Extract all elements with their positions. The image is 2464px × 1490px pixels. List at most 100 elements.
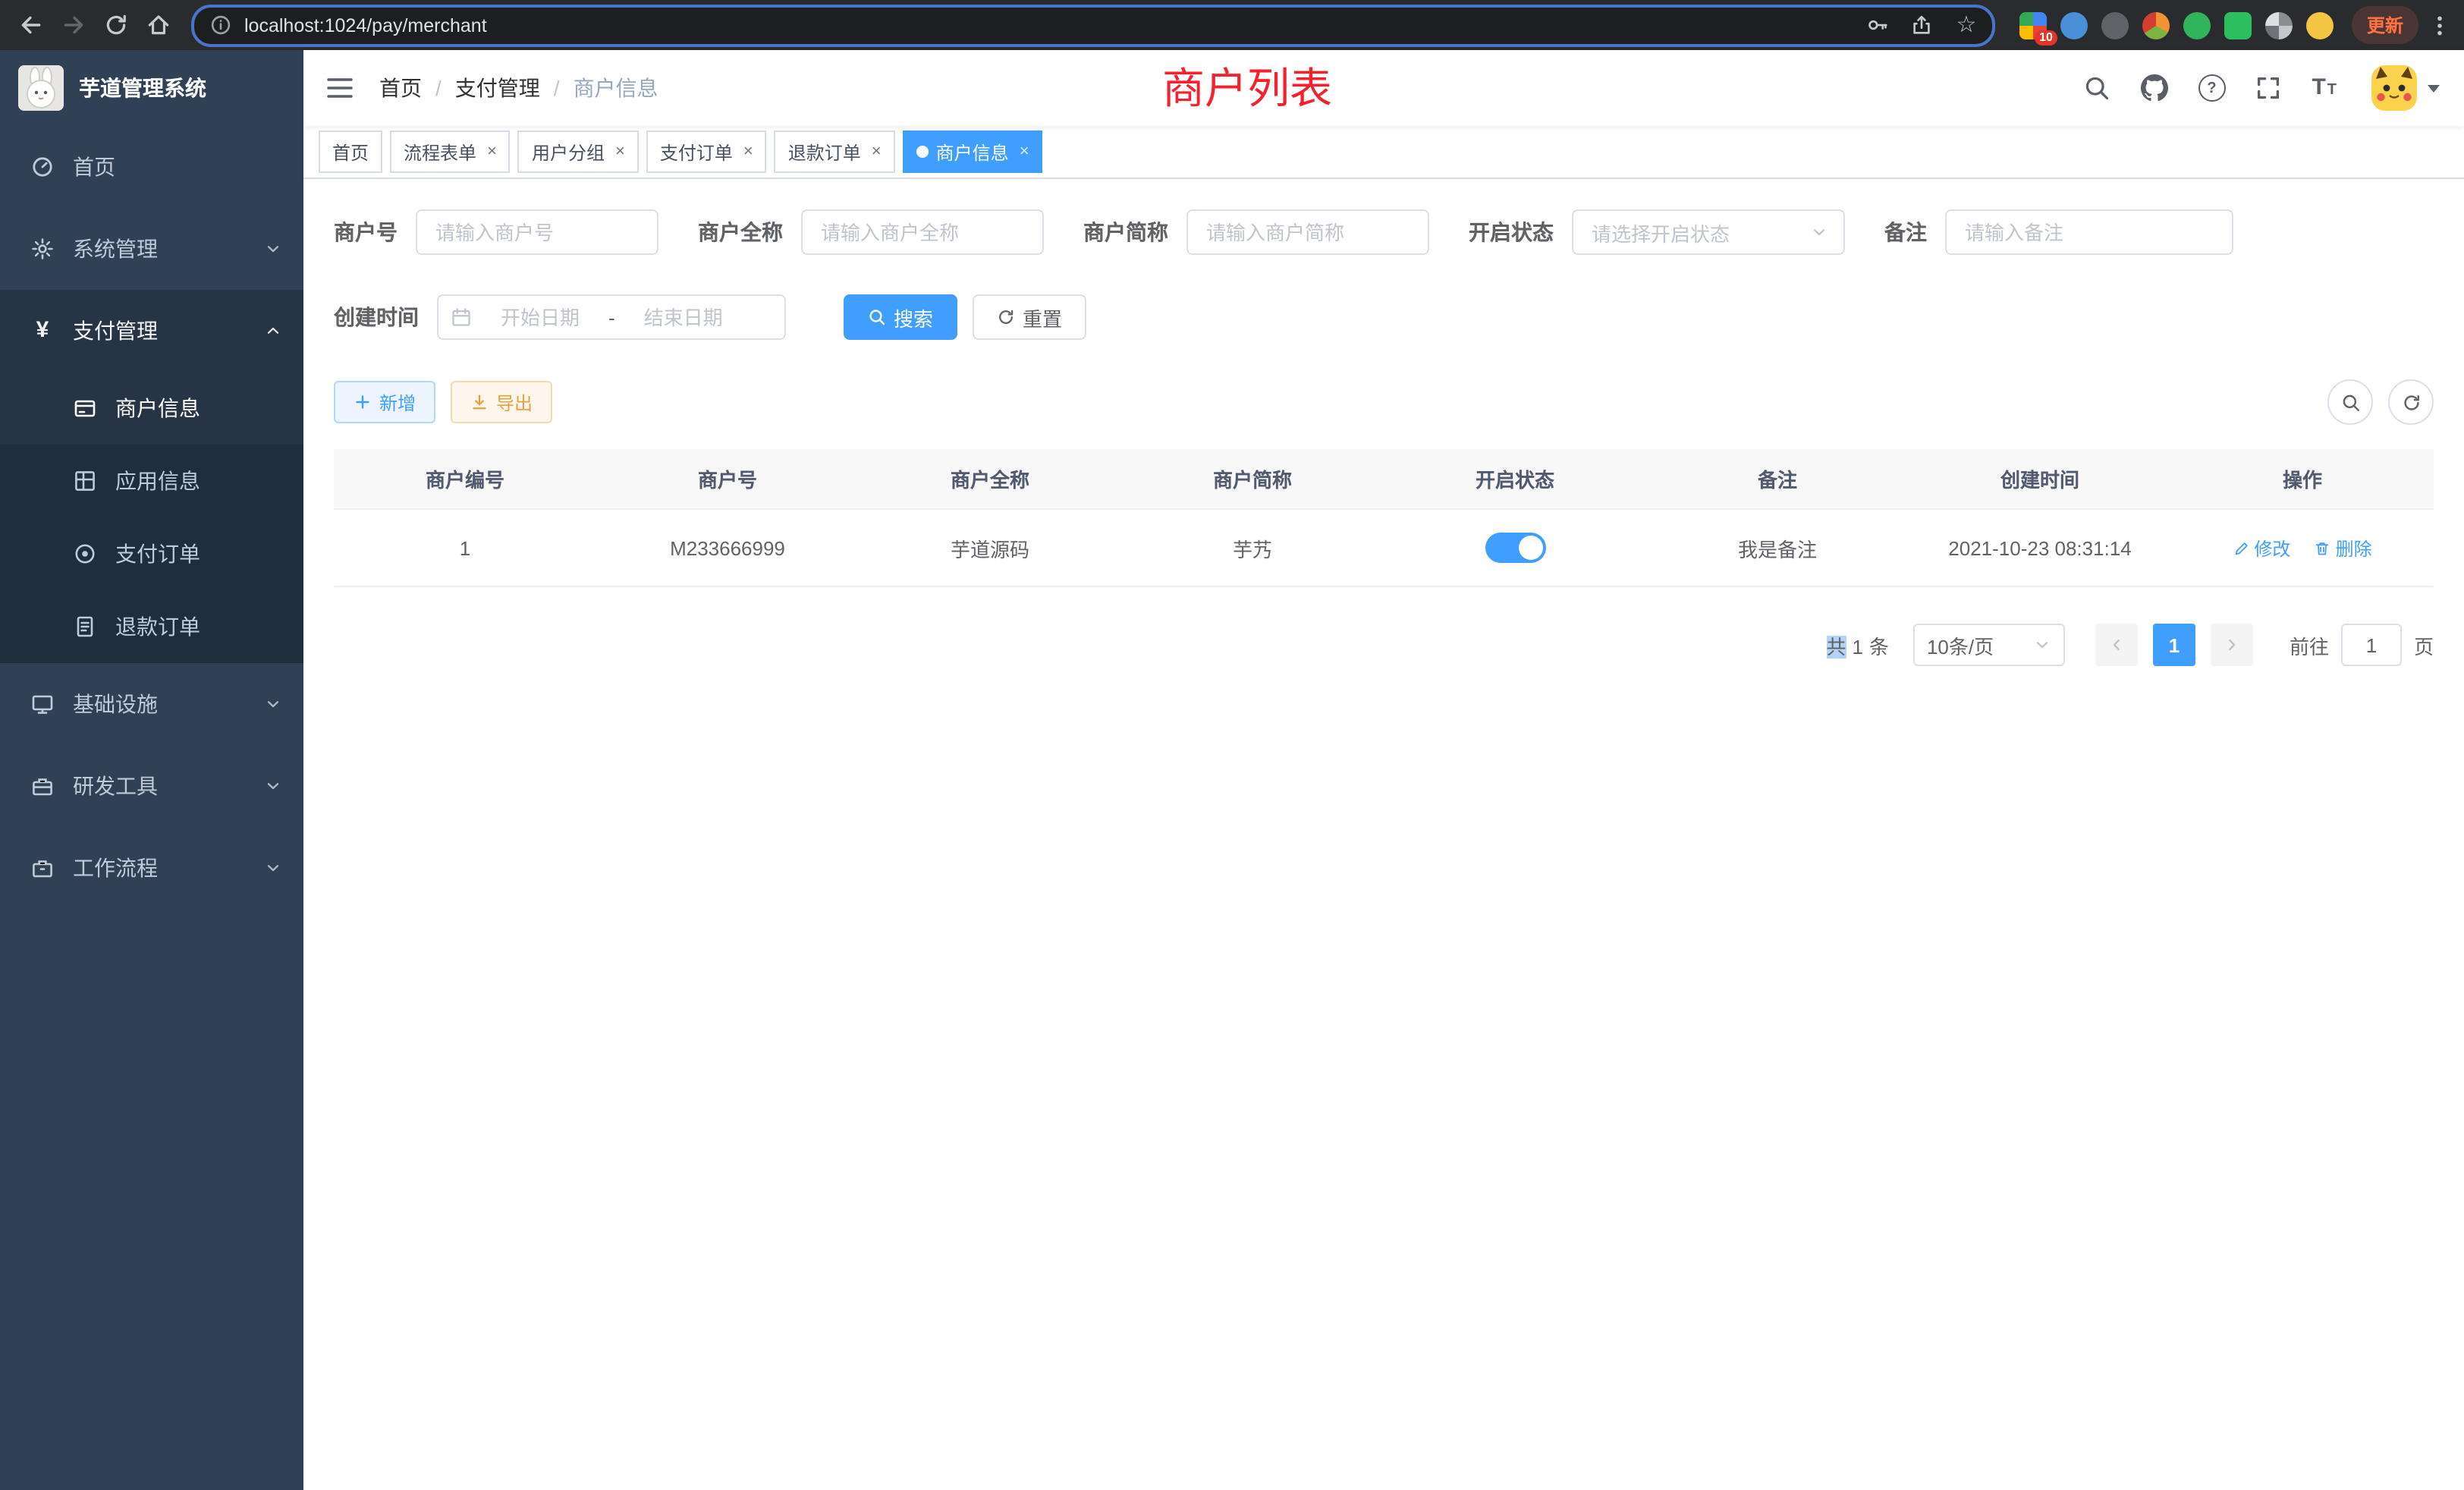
tab-process-form[interactable]: 流程表单 × [390, 130, 511, 173]
font-size-icon[interactable]: TT [2312, 77, 2337, 99]
search-button[interactable]: 搜索 [844, 294, 957, 340]
sidebar-item-payment[interactable]: ¥ 支付管理 [0, 290, 303, 372]
sidebar-subitem-pay-order[interactable]: 支付订单 [0, 517, 303, 590]
url-bar[interactable]: localhost:1024/pay/merchant ☆ [191, 4, 1995, 46]
breadcrumb-home[interactable]: 首页 [379, 73, 422, 103]
close-icon[interactable]: × [743, 143, 753, 161]
page-number-1[interactable]: 1 [2153, 624, 2195, 666]
sidebar-subitem-merchant-info[interactable]: 商户信息 [0, 372, 303, 445]
plus-icon [354, 393, 372, 411]
fullscreen-icon[interactable] [2254, 74, 2283, 102]
browser-menu-button[interactable] [2425, 13, 2455, 37]
cell-status [1384, 509, 1646, 586]
extension-icon-dark[interactable] [2101, 11, 2129, 39]
password-key-icon[interactable] [1862, 8, 1895, 42]
goto-page-input[interactable] [2341, 624, 2402, 666]
user-avatar[interactable] [2371, 65, 2417, 111]
home-button[interactable] [137, 4, 179, 46]
tab-refund-order[interactable]: 退款订单 × [775, 130, 895, 173]
app-logo: 芋道管理系统 [0, 50, 303, 126]
sidebar-subitem-app-info[interactable]: 应用信息 [0, 445, 303, 517]
toggle-search-button[interactable] [2327, 379, 2373, 425]
sidebar: 芋道管理系统 首页 系统管理 ¥ 支付管理 [0, 50, 303, 1490]
github-icon[interactable] [2140, 74, 2169, 102]
home-icon [145, 12, 171, 38]
edit-link[interactable]: 修改 [2233, 535, 2290, 561]
extension-icon-green-circle[interactable] [2183, 11, 2211, 39]
chevron-up-icon [264, 322, 282, 340]
remark-input[interactable] [1945, 209, 2233, 255]
sidebar-item-workflow[interactable]: 工作流程 [0, 827, 303, 909]
refresh-icon [2401, 392, 2421, 412]
top-navbar: 首页 / 支付管理 / 商户信息 ? [303, 50, 2464, 126]
chrome-update-button[interactable]: 更新 [2352, 6, 2418, 44]
tab-label: 流程表单 [404, 139, 476, 165]
close-icon[interactable]: × [615, 143, 625, 161]
add-button[interactable]: 新增 [334, 381, 435, 423]
field-label: 开启状态 [1469, 217, 1554, 247]
site-info-icon[interactable] [209, 14, 232, 36]
monitor-icon [30, 692, 55, 716]
search-icon[interactable] [2082, 74, 2111, 102]
filter-remark: 备注 [1884, 209, 2233, 255]
bookmark-star-icon[interactable]: ☆ [1950, 8, 1983, 42]
extension-icon-blue[interactable] [2060, 11, 2088, 39]
merchant-no-input[interactable] [416, 209, 658, 255]
breadcrumb-separator: / [435, 76, 442, 100]
merchant-name-input[interactable] [801, 209, 1044, 255]
url-text: localhost:1024/pay/merchant [244, 14, 487, 36]
end-date-input[interactable] [620, 304, 747, 330]
sidebar-subitem-refund-order[interactable]: 退款订单 [0, 590, 303, 663]
extension-icon-multicolor[interactable] [2142, 11, 2170, 39]
back-button[interactable] [9, 4, 52, 46]
short-name-input[interactable] [1186, 209, 1429, 255]
next-page-button[interactable] [2211, 624, 2253, 666]
share-icon[interactable] [1906, 8, 1939, 42]
pagination: 共1条 10条/页 1 前往 页 [334, 624, 2434, 666]
extension-icon-green-square[interactable] [2224, 11, 2252, 39]
reload-button[interactable] [94, 4, 137, 46]
help-icon[interactable]: ? [2198, 74, 2225, 102]
breadcrumb-payment[interactable]: 支付管理 [455, 73, 540, 103]
payment-submenu: 商户信息 应用信息 支付订单 退款订单 [0, 372, 303, 663]
tab-merchant-info[interactable]: 商户信息 × [903, 130, 1043, 173]
extension-icon-colorful[interactable]: 10 [2019, 11, 2047, 39]
user-menu[interactable] [2371, 65, 2440, 111]
active-dot [916, 146, 929, 158]
status-toggle[interactable] [1485, 533, 1545, 563]
chevron-down-icon [264, 859, 282, 877]
sidebar-item-dev-tools[interactable]: 研发工具 [0, 745, 303, 827]
col-status: 开启状态 [1384, 449, 1646, 509]
hamburger-icon[interactable] [325, 73, 355, 103]
table-header-row: 商户编号 商户号 商户全称 商户简称 开启状态 备注 创建时间 操作 [334, 449, 2434, 509]
yen-icon: ¥ [30, 319, 55, 343]
profile-avatar-icon[interactable] [2306, 11, 2334, 39]
close-icon[interactable]: × [872, 143, 882, 161]
page-size-select[interactable]: 10条/页 [1913, 624, 2065, 666]
start-date-input[interactable] [476, 304, 604, 330]
reload-icon [102, 12, 128, 38]
tab-pay-order[interactable]: 支付订单 × [646, 130, 767, 173]
sidebar-item-system[interactable]: 系统管理 [0, 208, 303, 290]
filter-merchant-name: 商户全称 [698, 209, 1044, 255]
navbar-actions: ? TT [2082, 65, 2440, 111]
reset-button[interactable]: 重置 [973, 294, 1086, 340]
prev-page-button[interactable] [2095, 624, 2138, 666]
briefcase-icon [30, 856, 55, 880]
export-button[interactable]: 导出 [451, 381, 552, 423]
sidebar-item-home[interactable]: 首页 [0, 126, 303, 208]
calendar-icon [451, 306, 472, 328]
extension-icon-pinwheel[interactable] [2265, 11, 2293, 39]
refresh-button[interactable] [2388, 379, 2434, 425]
status-select[interactable]: 请选择开启状态 [1572, 209, 1845, 255]
delete-link[interactable]: 删除 [2315, 535, 2372, 561]
select-placeholder: 请选择开启状态 [1592, 218, 1730, 247]
page-content: 商户号 商户全称 商户简称 开启状态 请选择开启状态 [303, 179, 2464, 1490]
tab-home[interactable]: 首页 [319, 130, 382, 173]
forward-button[interactable] [52, 4, 94, 46]
date-range-picker[interactable]: - [437, 294, 786, 340]
close-icon[interactable]: × [1020, 143, 1029, 161]
tab-user-group[interactable]: 用户分组 × [518, 130, 639, 173]
close-icon[interactable]: × [487, 143, 497, 161]
sidebar-item-infrastructure[interactable]: 基础设施 [0, 663, 303, 745]
